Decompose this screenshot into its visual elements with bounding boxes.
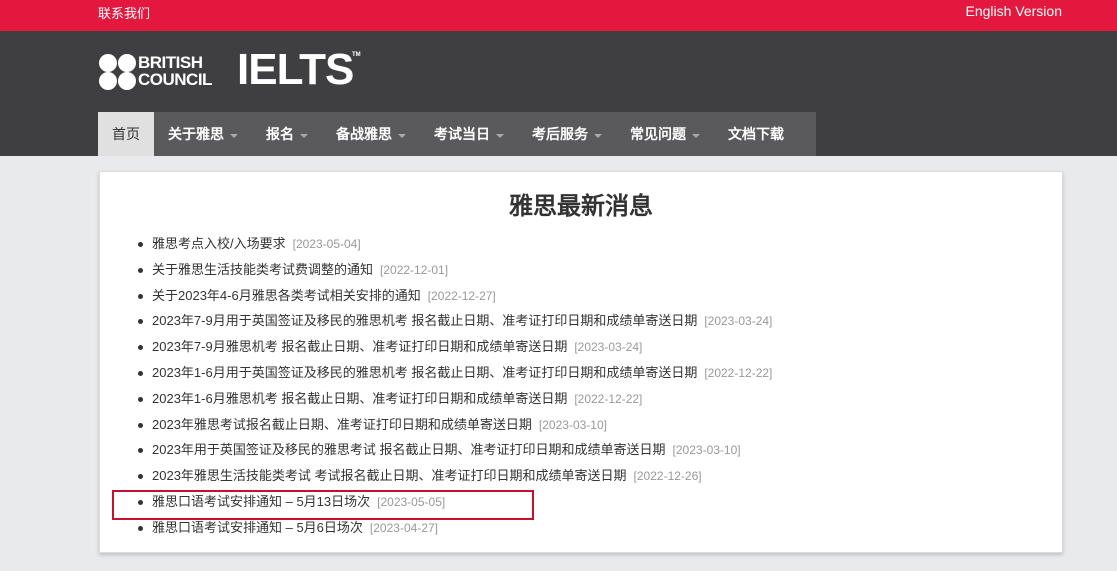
news-link[interactable]: 2023年1-6月用于英国签证及移民的雅思机考 报名截止日期、准考证打印日期和成… [152,365,697,380]
news-item: 2023年7-9月用于英国签证及移民的雅思机考 报名截止日期、准考证打印日期和成… [138,312,772,338]
news-date: [2022-12-22] [704,365,773,380]
news-item: 雅思考点入校/入场要求 [2023-05-04] [138,235,772,261]
news-item: 2023年用于英国签证及移民的雅思考试 报名截止日期、准考证打印日期和成绩单寄送… [138,441,772,467]
news-item: 关于雅思生活技能类考试费调整的通知 [2022-12-01] [138,261,772,287]
nav-item-label: 文档下载 [728,126,784,142]
news-link[interactable]: 2023年雅思生活技能类考试 考试报名截止日期、准考证打印日期和成绩单寄送日期 [152,468,627,483]
news-item: 2023年雅思考试报名截止日期、准考证打印日期和成绩单寄送日期 [2023-03-… [138,416,772,442]
site-header: BRITISH COUNCIL IELTS TM 首页 关于雅思 报名 备战雅思 考试当… [0,31,1117,156]
news-date: [2023-04-27] [369,520,438,535]
nav-item-6[interactable]: 常见问题 [616,112,714,156]
top-bar: 联系我们 English Version [0,0,1117,31]
news-date: [2023-03-24] [704,314,773,329]
news-link[interactable]: 2023年雅思考试报名截止日期、准考证打印日期和成绩单寄送日期 [152,417,532,432]
news-card: 雅思最新消息 雅思考点入校/入场要求 [2023-05-04] 关于雅思生活技能类考… [99,171,1063,553]
contact-us-link[interactable]: 联系我们 [98,3,150,22]
news-item: 雅思口语考试安排通知 – 5月6日场次 [2023-04-27] [138,519,772,545]
trademark-mark: TM [352,52,361,58]
news-item: 2023年7-9月雅思机考 报名截止日期、准考证打印日期和成绩单寄送日期 [202… [138,338,772,364]
news-date: [2022-12-27] [427,288,496,303]
news-date: [2023-03-10] [538,417,607,432]
chevron-down-icon [300,133,308,138]
news-date: [2023-05-04] [292,237,361,251]
news-link[interactable]: 关于2023年4-6月雅思各类考试相关安排的通知 [152,288,421,303]
chevron-down-icon [230,133,238,138]
nav-item-2[interactable]: 报名 [252,112,322,156]
ielts-wordmark: IELTS [237,45,354,94]
page-title: 雅思最新消息 [509,193,653,220]
nav-item-label: 关于雅思 [168,126,224,142]
news-link[interactable]: 关于雅思生活技能类考试费调整的通知 [152,262,373,277]
nav-item-label: 首页 [112,126,140,142]
nav-item-7[interactable]: 文档下载 [714,112,798,156]
nav-item-3[interactable]: 备战雅思 [322,112,420,156]
nav-item-4[interactable]: 考试当日 [420,112,518,156]
news-date: [2022-12-26] [633,469,702,484]
news-date: [2023-03-24] [574,340,643,355]
chevron-down-icon [594,133,602,138]
news-link[interactable]: 雅思考点入校/入场要求 [152,236,286,251]
main-nav: 首页 关于雅思 报名 备战雅思 考试当日 考后服务 常见问题 文档下载 [98,112,816,156]
nav-item-label: 常见问题 [630,126,686,142]
nav-item-0[interactable]: 首页 [98,112,154,156]
news-date: [2023-03-10] [672,443,741,458]
british-council-dots-icon [99,54,139,90]
english-version-link[interactable]: English Version [965,3,1062,19]
news-date: [2022-12-01] [380,262,449,277]
nav-item-label: 报名 [266,126,294,142]
news-link[interactable]: 2023年7-9月雅思机考 报名截止日期、准考证打印日期和成绩单寄送日期 [152,339,567,354]
british-council-ielts-logo[interactable]: BRITISH COUNCIL IELTS TM [99,48,369,94]
news-date: [2022-12-22] [574,391,643,406]
nav-item-label: 备战雅思 [336,126,392,142]
chevron-down-icon [398,133,406,138]
nav-item-label: 考试当日 [434,126,490,142]
chevron-down-icon [692,133,700,138]
news-link[interactable]: 2023年7-9月用于英国签证及移民的雅思机考 报名截止日期、准考证打印日期和成… [152,313,697,328]
highlight-box [112,490,534,520]
news-item: 2023年1-6月雅思机考 报名截止日期、准考证打印日期和成绩单寄送日期 [202… [138,390,772,416]
news-link[interactable]: 2023年用于英国签证及移民的雅思考试 报名截止日期、准考证打印日期和成绩单寄送… [152,442,666,457]
chevron-down-icon [496,133,504,138]
news-link[interactable]: 雅思口语考试安排通知 – 5月6日场次 [152,520,363,535]
nav-item-5[interactable]: 考后服务 [518,112,616,156]
british-council-wordmark: BRITISH COUNCIL [138,53,212,89]
news-item: 2023年1-6月用于英国签证及移民的雅思机考 报名截止日期、准考证打印日期和成… [138,364,772,390]
news-link[interactable]: 2023年1-6月雅思机考 报名截止日期、准考证打印日期和成绩单寄送日期 [152,391,567,406]
nav-item-label: 考后服务 [532,126,588,142]
nav-item-1[interactable]: 关于雅思 [154,112,252,156]
news-item: 关于2023年4-6月雅思各类考试相关安排的通知 [2022-12-27] [138,287,772,313]
